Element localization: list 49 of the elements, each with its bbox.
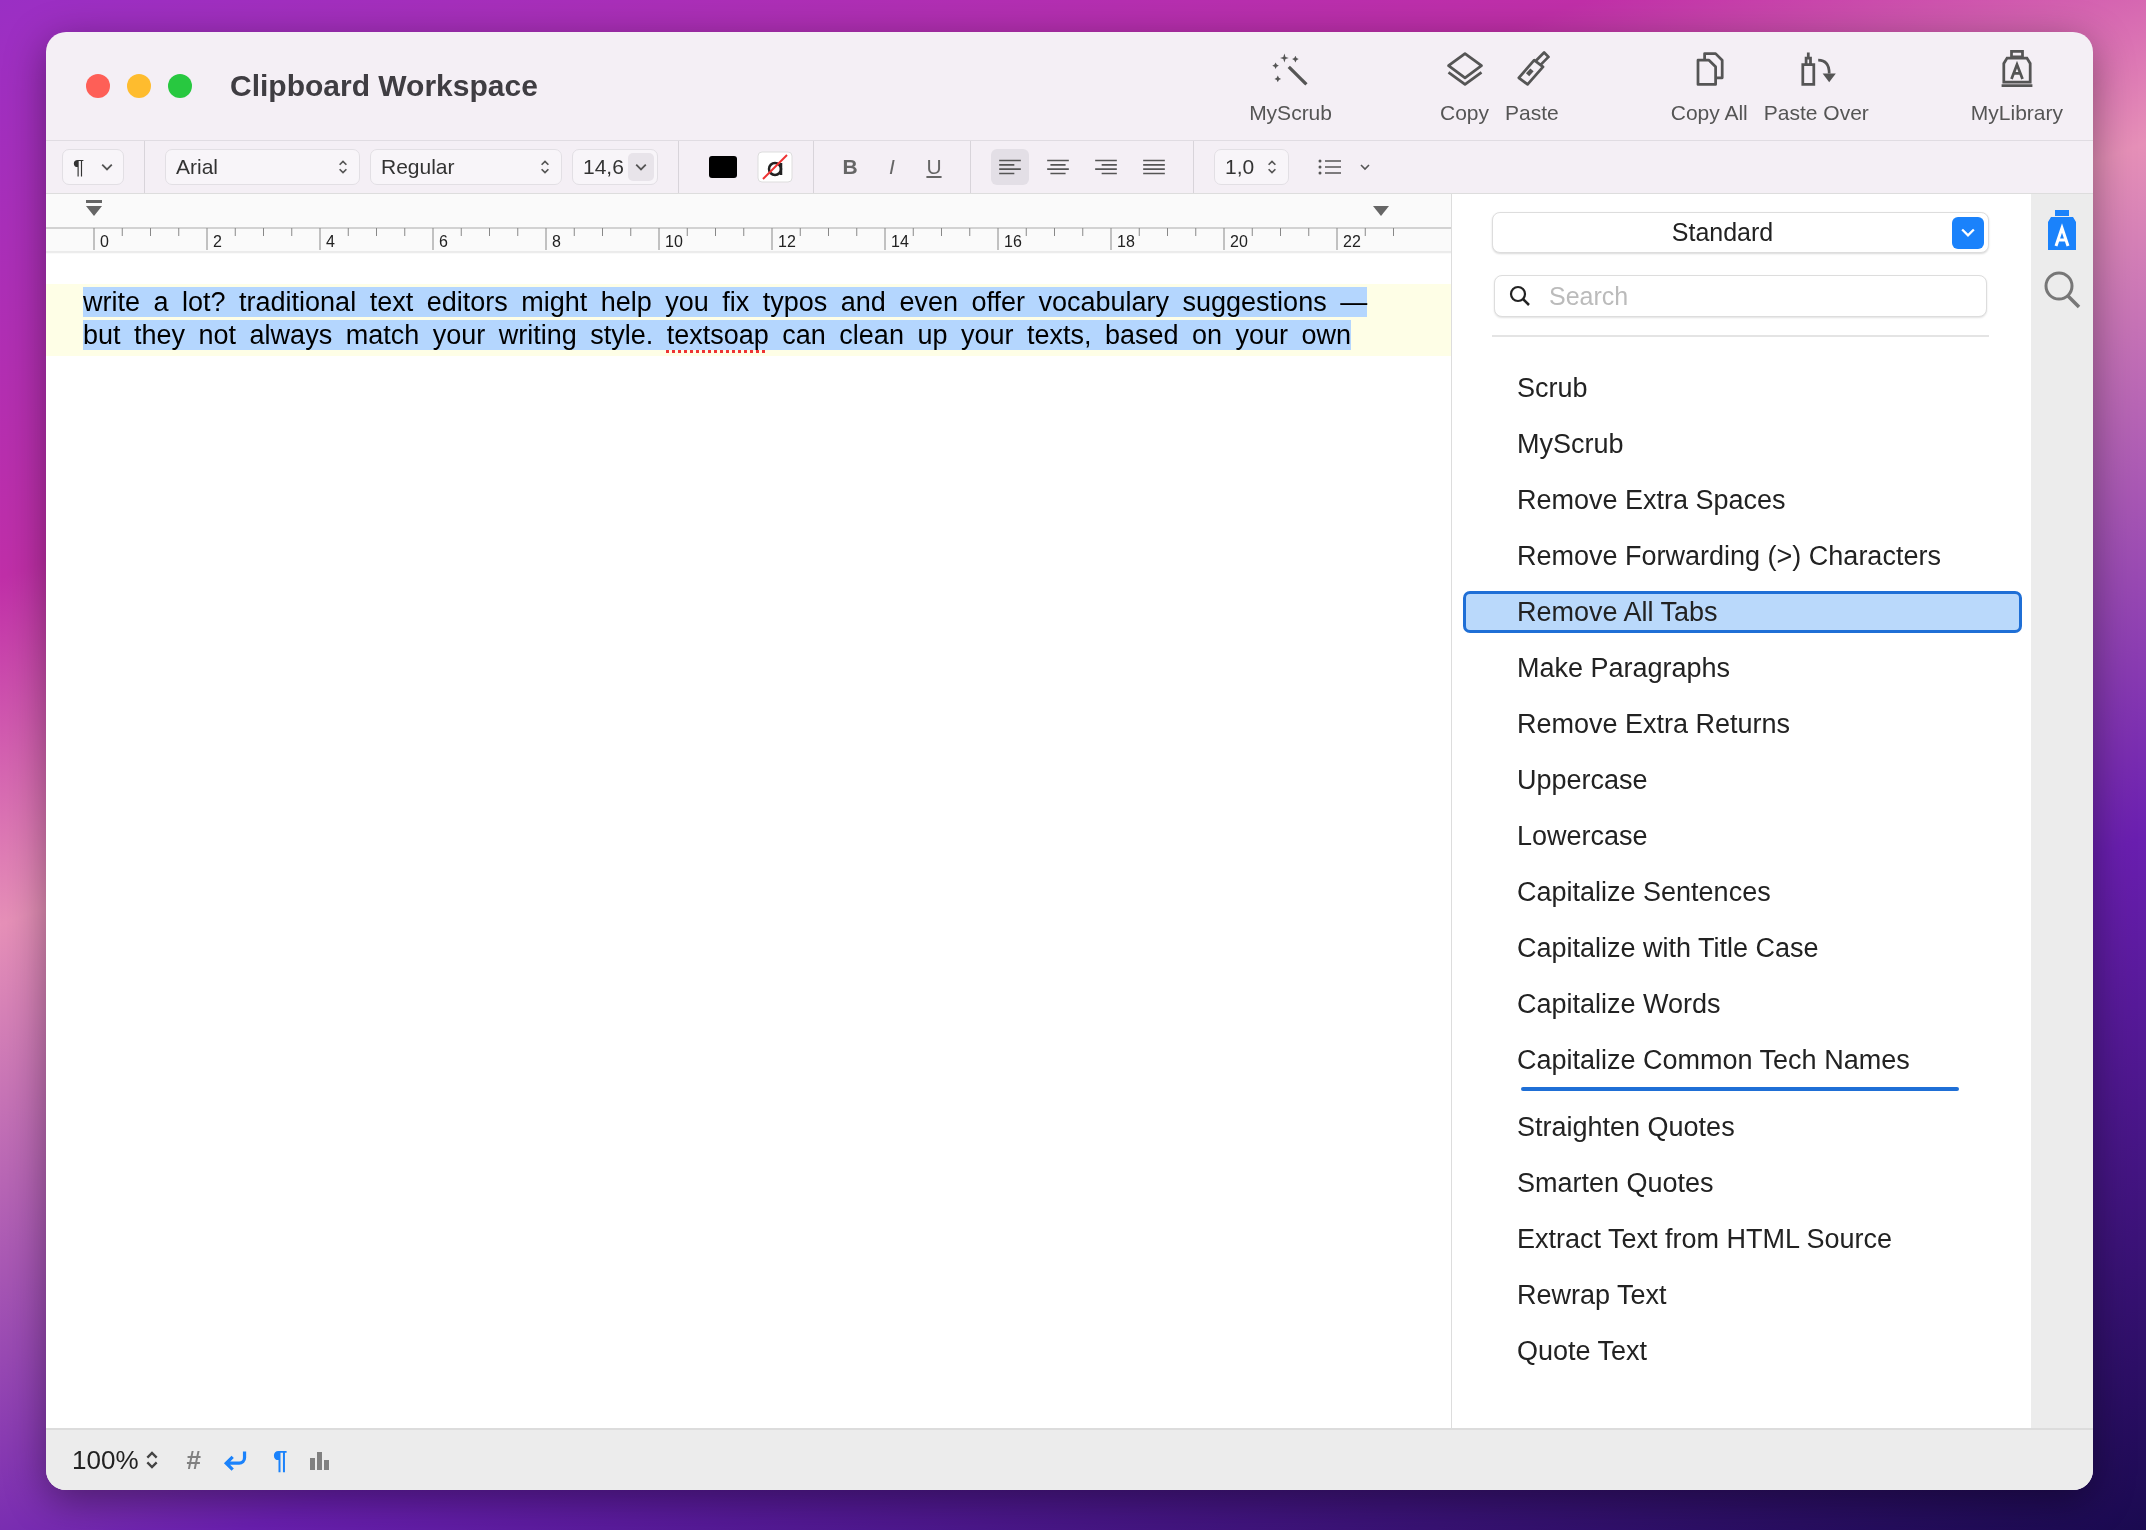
action-item[interactable]: Straighten Quotes — [1463, 1106, 2023, 1148]
chevron-down-icon — [635, 163, 647, 171]
bar-chart-icon[interactable] — [309, 1450, 332, 1470]
action-item[interactable]: Capitalize with Title Case — [1463, 927, 2023, 969]
action-item[interactable]: Smarten Quotes — [1463, 1162, 2023, 1204]
highlight-color-icon[interactable] — [757, 151, 793, 183]
font-family-popup[interactable]: Arial — [165, 149, 360, 185]
action-item[interactable]: Capitalize Common Tech Names — [1463, 1039, 2023, 1081]
action-item[interactable]: Make Paragraphs — [1463, 647, 2023, 689]
line-spacing-popup[interactable]: 1,0 — [1214, 149, 1289, 185]
font-size-combo[interactable]: 14,6 — [572, 149, 658, 185]
toolbar-button[interactable]: Paste — [1497, 47, 1567, 125]
action-item[interactable]: Remove All Tabs — [1463, 591, 2023, 633]
action-item[interactable]: Remove Extra Spaces — [1463, 479, 2023, 521]
toolbar-button[interactable]: Paste Over — [1755, 47, 1877, 125]
text-color-well[interactable] — [709, 156, 737, 178]
toolbar-button[interactable]: Copy — [1432, 47, 1497, 125]
up-down-chevron-icon — [1266, 158, 1278, 176]
font-style-popup[interactable]: Regular — [370, 149, 562, 185]
paragraph-style-popup[interactable]: ¶ — [62, 149, 124, 185]
action-item[interactable]: Extract Text from HTML Source — [1463, 1218, 2023, 1260]
italic-button[interactable]: I — [876, 154, 908, 180]
chevron-down-icon — [1961, 227, 1975, 238]
action-item[interactable]: Rewrap Text — [1463, 1274, 2023, 1316]
action-item[interactable]: Uppercase — [1463, 759, 2023, 801]
action-item[interactable]: Remove Extra Returns — [1463, 703, 2023, 745]
zoom-button[interactable] — [168, 74, 192, 98]
action-item[interactable]: Capitalize Words — [1463, 983, 2023, 1025]
zoom-popup[interactable]: 100% — [72, 1444, 159, 1476]
action-item[interactable]: Scrub — [1463, 367, 2023, 409]
search-field[interactable]: Search — [1494, 275, 1987, 317]
toolbar-button[interactable]: MyScrub — [1241, 47, 1340, 125]
action-item[interactable]: Lowercase — [1463, 815, 2023, 857]
toolbar-button[interactable]: Copy All — [1662, 47, 1756, 125]
ruler: 0 2 4 6 8 10 12 14 16 18 20 22 — [46, 194, 1451, 254]
action-item[interactable]: MyScrub — [1463, 423, 2023, 465]
toolbar-button[interactable]: MyLibrary — [1962, 47, 2071, 125]
close-button[interactable] — [86, 74, 110, 98]
chevron-down-icon — [101, 163, 113, 171]
up-down-chevron-icon — [539, 158, 551, 176]
bold-button[interactable]: B — [834, 154, 866, 180]
set-popup[interactable]: Standard — [1492, 212, 1989, 253]
window-title: Clipboard Workspace — [230, 69, 538, 103]
action-item[interactable]: Quote Text — [1463, 1330, 2023, 1372]
action-item[interactable]: Capitalize Sentences — [1463, 871, 2023, 913]
alignment-button[interactable] — [991, 149, 1029, 185]
action-item[interactable]: Remove Forwarding (>) Characters — [1463, 535, 2023, 577]
underline-button[interactable]: U — [918, 154, 950, 180]
up-down-chevron-icon — [337, 158, 349, 176]
